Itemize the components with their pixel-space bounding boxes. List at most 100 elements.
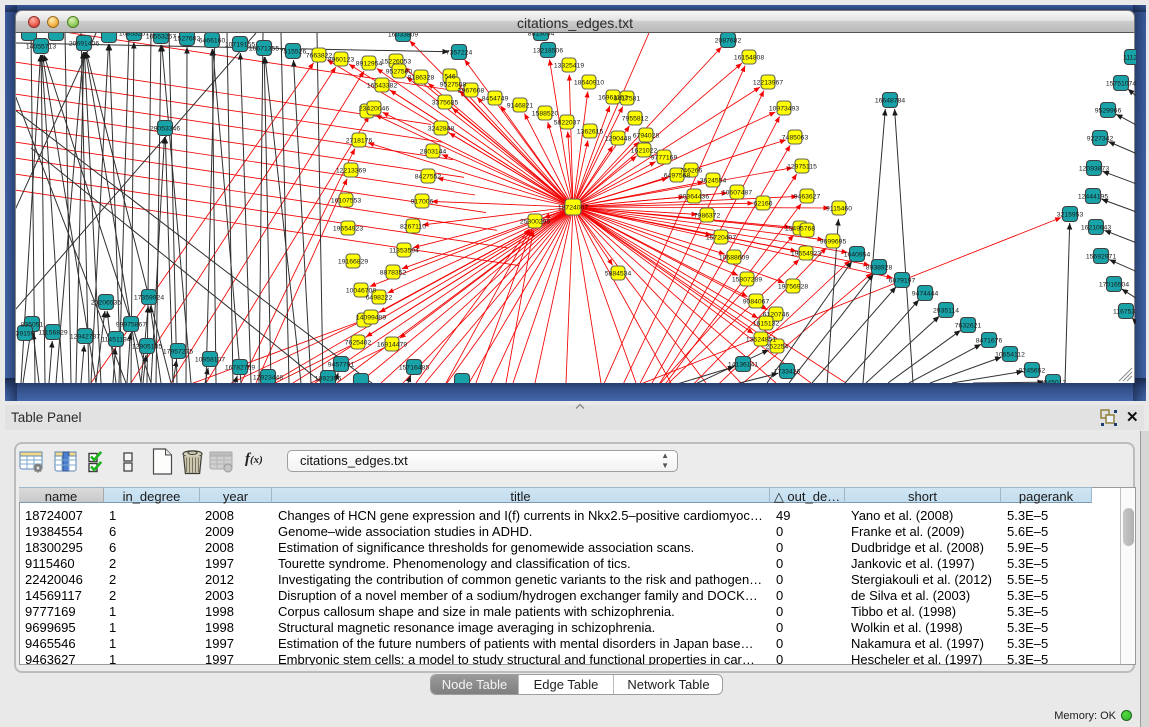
svg-text:20691406: 20691406 <box>69 40 99 47</box>
svg-text:17016504: 17016504 <box>1099 281 1129 288</box>
svg-text:9084067: 9084067 <box>743 298 770 305</box>
svg-text:835051: 835051 <box>21 321 44 328</box>
svg-text:8427552: 8427552 <box>415 173 442 180</box>
svg-text:2718176: 2718176 <box>346 137 373 144</box>
svg-text:1733426: 1733426 <box>774 368 801 375</box>
svg-text:14136141: 14136141 <box>728 361 758 368</box>
svg-text:8938928: 8938928 <box>866 264 893 271</box>
svg-text:9227342: 9227342 <box>1087 135 1114 142</box>
svg-text:12213369: 12213369 <box>336 167 366 174</box>
svg-text:6497568: 6497568 <box>664 172 691 179</box>
svg-text:19756928: 19756928 <box>778 283 808 290</box>
svg-text:12923448: 12923448 <box>253 374 283 381</box>
svg-text:16543382: 16543382 <box>367 82 397 89</box>
svg-text:15716485: 15716485 <box>399 364 429 371</box>
svg-text:1640954: 1640954 <box>844 251 871 258</box>
svg-text:29053346: 29053346 <box>150 125 180 132</box>
svg-text:8267110: 8267110 <box>400 223 426 230</box>
svg-text:7485063: 7485063 <box>782 134 809 141</box>
svg-text:2935114: 2935114 <box>933 307 959 314</box>
svg-text:1588520: 1588520 <box>532 110 559 117</box>
svg-text:7357224: 7357224 <box>446 49 473 56</box>
svg-text:12093873: 12093873 <box>1079 165 1109 172</box>
svg-text:7955812: 7955812 <box>622 115 649 122</box>
svg-text:7632621: 7632621 <box>955 322 982 329</box>
svg-text:15226053: 15226053 <box>381 58 411 65</box>
svg-text:6879197: 6879197 <box>889 277 916 284</box>
svg-text:13325419: 13325419 <box>554 62 584 69</box>
svg-text:917006: 917006 <box>411 198 434 205</box>
svg-text:15692971: 15692971 <box>1086 253 1116 260</box>
svg-text:11451194: 11451194 <box>101 336 130 343</box>
svg-text:11353594: 11353594 <box>389 247 419 254</box>
svg-text:1527602: 1527602 <box>174 35 201 42</box>
svg-text:16671355: 16671355 <box>249 45 279 52</box>
svg-text:11123: 11123 <box>1123 54 1136 61</box>
svg-text:6120746: 6120746 <box>763 311 790 318</box>
svg-text:16914479: 16914479 <box>377 341 407 348</box>
svg-text:99975867: 99975867 <box>116 321 146 328</box>
svg-text:2803144: 2803144 <box>420 148 447 155</box>
svg-text:16107553: 16107553 <box>331 197 361 204</box>
svg-text:12975115: 12975115 <box>787 163 817 170</box>
svg-text:8186328: 8186328 <box>408 74 435 81</box>
svg-text:5884534: 5884534 <box>605 270 632 277</box>
svg-text:8471676: 8471676 <box>976 337 1003 344</box>
svg-text:10958107: 10958107 <box>195 356 225 363</box>
svg-text:9457791: 9457791 <box>328 361 355 368</box>
svg-text:13524851: 13524851 <box>746 336 776 343</box>
svg-text:1290448: 1290448 <box>605 135 632 142</box>
svg-text:1092356: 1092356 <box>315 375 342 382</box>
svg-text:252254: 252254 <box>766 343 789 350</box>
svg-text:23420046: 23420046 <box>359 105 389 112</box>
svg-text:15495768: 15495768 <box>785 225 815 232</box>
svg-text:2945012: 2945012 <box>1040 379 1067 383</box>
svg-text:3242848: 3242848 <box>428 125 455 132</box>
svg-text:12942737: 12942737 <box>70 333 100 340</box>
svg-text:12905135: 12905135 <box>132 343 162 350</box>
svg-text:10553257: 10553257 <box>146 33 176 40</box>
svg-text:16210643: 16210643 <box>1081 224 1111 231</box>
svg-text:9146821: 9146821 <box>507 102 534 109</box>
svg-text:9699695: 9699695 <box>820 238 847 245</box>
svg-text:12213967: 12213967 <box>753 79 783 86</box>
svg-text:9529966: 9529966 <box>1095 107 1122 114</box>
svg-text:17957275: 17957275 <box>163 348 193 355</box>
svg-text:1615132: 1615132 <box>753 320 780 327</box>
svg-text:10607487: 10607487 <box>722 189 752 196</box>
svg-text:10654112: 10654112 <box>995 351 1025 358</box>
svg-text:9115460: 9115460 <box>826 205 852 212</box>
svg-text:6466160: 6466160 <box>199 37 226 44</box>
svg-text:9245652: 9245652 <box>1019 367 1046 374</box>
svg-text:16033809: 16033809 <box>388 33 418 38</box>
svg-text:10046708: 10046708 <box>346 287 376 294</box>
svg-text:8912954: 8912954 <box>356 60 383 67</box>
svg-text:8813054: 8813054 <box>528 33 555 37</box>
svg-text:10853257: 10853257 <box>119 33 149 37</box>
svg-text:17359924: 17359924 <box>134 294 164 301</box>
svg-text:25300295: 25300295 <box>520 218 550 225</box>
svg-text:7625402: 7625402 <box>345 339 372 346</box>
svg-text:19654923: 19654923 <box>791 250 821 257</box>
svg-text:3215953: 3215953 <box>1057 211 1084 218</box>
svg-text:15720407: 15720407 <box>706 234 736 241</box>
svg-text:14099489: 14099489 <box>356 314 386 321</box>
svg-text:10973493: 10973493 <box>769 105 799 112</box>
svg-text:3375685: 3375685 <box>432 99 459 106</box>
svg-text:9463627: 9463627 <box>794 193 821 200</box>
svg-text:9474444: 9474444 <box>912 290 939 297</box>
svg-text:16648784: 16648784 <box>875 97 905 104</box>
svg-text:546: 546 <box>444 73 456 80</box>
svg-text:20364436: 20364436 <box>679 193 709 200</box>
svg-text:8454749: 8454749 <box>482 95 509 102</box>
svg-text:7986372: 7986372 <box>694 212 721 219</box>
svg-text:10688609: 10688609 <box>719 254 749 261</box>
svg-text:1362615: 1362615 <box>577 128 604 135</box>
svg-text:2087682: 2087682 <box>715 37 742 44</box>
svg-text:8960123: 8960123 <box>328 56 355 63</box>
svg-text:19166829: 19166829 <box>338 258 368 265</box>
svg-text:14055713: 14055713 <box>26 43 56 50</box>
svg-text:2967608: 2967608 <box>458 87 485 94</box>
svg-text:16154808: 16154808 <box>734 54 764 61</box>
svg-text:7515526: 7515526 <box>280 48 307 55</box>
